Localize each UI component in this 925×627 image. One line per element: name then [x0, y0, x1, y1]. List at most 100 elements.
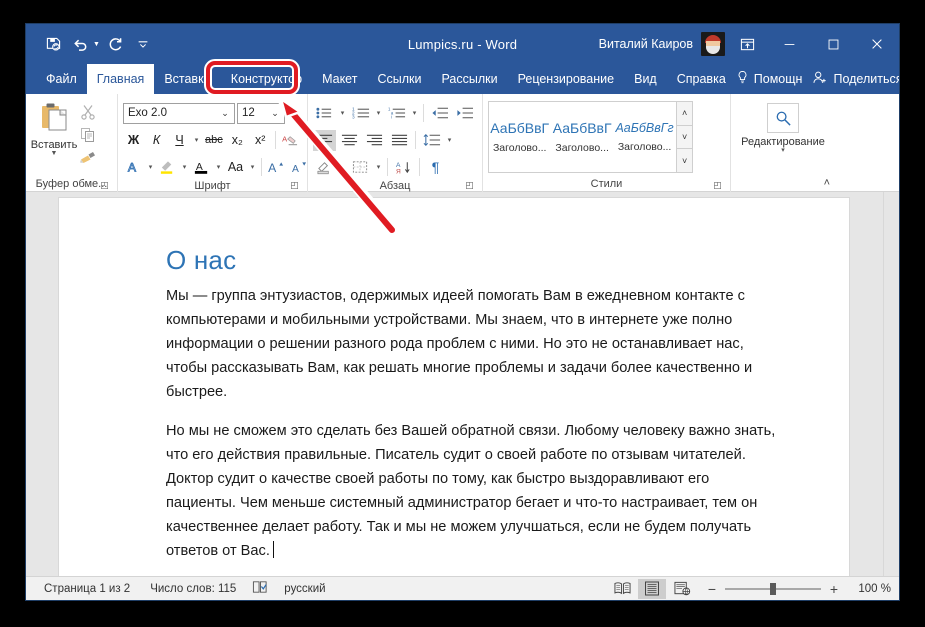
- zoom-in-button[interactable]: +: [828, 581, 840, 597]
- clear-formatting-icon[interactable]: A: [280, 130, 301, 151]
- styles-scroll-up-icon[interactable]: ˄: [677, 102, 692, 126]
- text-effects-icon[interactable]: A: [123, 157, 144, 178]
- tab-view[interactable]: Вид: [624, 64, 667, 94]
- cut-icon[interactable]: [77, 102, 99, 122]
- borders-dropdown-icon[interactable]: ▾: [374, 163, 383, 171]
- format-painter-icon[interactable]: [77, 148, 99, 168]
- align-left-icon[interactable]: [313, 129, 336, 151]
- change-case-button[interactable]: Aa: [225, 157, 246, 178]
- document-page[interactable]: О нас Мы — группа энтузиастов, одержимых…: [59, 198, 849, 576]
- align-center-icon[interactable]: [338, 130, 361, 151]
- tab-home[interactable]: Главная: [86, 64, 155, 94]
- vertical-scrollbar[interactable]: [883, 192, 899, 576]
- subscript-button[interactable]: x₂: [227, 130, 248, 151]
- change-case-dropdown-icon[interactable]: ▾: [248, 163, 257, 171]
- customize-qat-icon[interactable]: [130, 31, 156, 57]
- tab-file[interactable]: Файл: [36, 64, 87, 94]
- shrink-font-icon[interactable]: A: [289, 157, 310, 178]
- font-name-combo[interactable]: Exo 2.0 ⌄: [123, 102, 235, 124]
- multilevel-dropdown-icon[interactable]: ▾: [410, 109, 419, 117]
- undo-icon[interactable]: [68, 31, 94, 57]
- style-item-1[interactable]: АаБбВвГ Заголово...: [489, 102, 552, 172]
- zoom-slider[interactable]: [725, 582, 821, 595]
- underline-dropdown-icon[interactable]: ▾: [192, 136, 201, 144]
- undo-dropdown-icon[interactable]: ▼: [93, 41, 100, 48]
- bullets-dropdown-icon[interactable]: ▾: [338, 109, 347, 117]
- sort-icon[interactable]: A Я: [392, 157, 415, 178]
- font-size-combo[interactable]: 12 ⌄: [237, 102, 285, 124]
- tell-me-button[interactable]: Помощн: [736, 70, 802, 88]
- styles-dialog-launcher-icon[interactable]: ◰: [712, 180, 723, 191]
- tab-references[interactable]: Ссылки: [367, 64, 431, 94]
- styles-scroll-down-icon[interactable]: ˅: [677, 125, 692, 150]
- paragraph-dialog-launcher-icon[interactable]: ◰: [464, 180, 475, 191]
- print-layout-icon[interactable]: [638, 578, 666, 599]
- numbering-dropdown-icon[interactable]: ▾: [374, 109, 383, 117]
- align-right-icon[interactable]: [363, 130, 386, 151]
- editing-button[interactable]: Редактирование ▾: [736, 97, 830, 154]
- maximize-button[interactable]: [811, 24, 855, 64]
- align-justify-icon[interactable]: [388, 130, 411, 151]
- copy-icon[interactable]: [77, 125, 99, 145]
- collapse-ribbon-icon[interactable]: ˄: [824, 177, 830, 189]
- paste-button[interactable]: Вставить ▼: [31, 97, 77, 157]
- minimize-button[interactable]: [767, 24, 811, 64]
- paste-dropdown-icon[interactable]: ▼: [51, 150, 58, 157]
- strikethrough-button[interactable]: abc: [203, 130, 225, 151]
- editing-dropdown-icon[interactable]: ▾: [781, 147, 785, 154]
- increase-indent-icon[interactable]: [453, 103, 476, 124]
- web-layout-icon[interactable]: [668, 579, 696, 599]
- text-effects-dropdown-icon[interactable]: ▾: [146, 163, 155, 171]
- style-item-2[interactable]: АаБбВвГ Заголово...: [551, 102, 614, 172]
- font-name-chevron-down-icon[interactable]: ⌄: [218, 108, 232, 119]
- read-mode-icon[interactable]: [608, 579, 636, 599]
- bold-button[interactable]: Ж: [123, 130, 144, 151]
- word-count[interactable]: Число слов: 115: [140, 583, 246, 595]
- numbering-icon[interactable]: 1 2 3: [349, 103, 372, 124]
- account-name[interactable]: Виталий Каиров: [599, 37, 693, 51]
- bullets-icon[interactable]: [313, 103, 336, 124]
- tab-design[interactable]: Конструктор: [220, 64, 313, 94]
- tab-insert[interactable]: Вставка: [154, 64, 220, 94]
- superscript-button[interactable]: x²: [250, 130, 271, 151]
- styles-more-icon[interactable]: ˅: [677, 149, 692, 173]
- search-icon[interactable]: [767, 103, 799, 133]
- zoom-slider-handle[interactable]: [770, 582, 776, 595]
- tab-help[interactable]: Справка: [667, 64, 736, 94]
- highlight-dropdown-icon[interactable]: ▾: [180, 163, 189, 171]
- clipboard-dialog-launcher-icon[interactable]: ◰: [99, 180, 110, 191]
- multilevel-list-icon[interactable]: 1 a i: [385, 103, 408, 124]
- line-spacing-icon[interactable]: [420, 130, 443, 151]
- document-paragraph-2-text: Но мы не сможем это сделать без Вашей об…: [166, 423, 776, 559]
- shading-icon[interactable]: [313, 157, 336, 178]
- page-indicator[interactable]: Страница 1 из 2: [34, 583, 140, 595]
- formatting-marks-button[interactable]: ¶: [424, 157, 447, 178]
- style-item-3[interactable]: АаБбВвГг Заголово...: [614, 102, 677, 172]
- font-size-chevron-down-icon[interactable]: ⌄: [268, 108, 282, 119]
- ribbon-display-options-icon[interactable]: [727, 24, 767, 64]
- font-color-icon[interactable]: A: [191, 157, 212, 178]
- borders-icon[interactable]: [349, 157, 372, 178]
- tab-layout[interactable]: Макет: [312, 64, 367, 94]
- font-dialog-launcher-icon[interactable]: ◰: [289, 180, 300, 191]
- font-color-dropdown-icon[interactable]: ▾: [214, 163, 223, 171]
- tab-mailings[interactable]: Рассылки: [431, 64, 507, 94]
- zoom-out-button[interactable]: −: [706, 581, 718, 597]
- proofing-icon[interactable]: [246, 580, 274, 597]
- language-indicator[interactable]: русский: [274, 583, 335, 595]
- shading-dropdown-icon[interactable]: ▾: [338, 163, 347, 171]
- font-size-value: 12: [242, 107, 255, 119]
- tab-review[interactable]: Рецензирование: [508, 64, 625, 94]
- italic-button[interactable]: К: [146, 130, 167, 151]
- avatar[interactable]: [701, 32, 725, 56]
- redo-icon[interactable]: [102, 31, 128, 57]
- decrease-indent-icon[interactable]: [428, 103, 451, 124]
- save-icon[interactable]: [40, 31, 66, 57]
- underline-button[interactable]: Ч: [169, 130, 190, 151]
- share-button[interactable]: Поделиться: [806, 70, 899, 88]
- highlight-color-icon[interactable]: [157, 157, 178, 178]
- line-spacing-dropdown-icon[interactable]: ▾: [445, 136, 454, 144]
- zoom-level[interactable]: 100 %: [847, 583, 891, 595]
- grow-font-icon[interactable]: A: [266, 157, 287, 178]
- close-button[interactable]: [855, 24, 899, 64]
